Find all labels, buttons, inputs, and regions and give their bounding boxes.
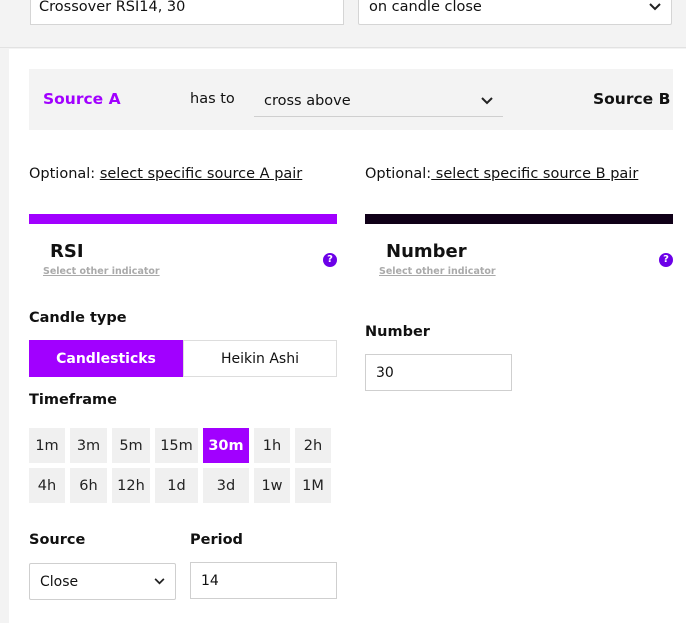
chevron-down-icon: [481, 96, 493, 104]
source-a-label: Source A: [43, 90, 121, 108]
timeframe-label: Timeframe: [29, 392, 117, 408]
timeframe-15m-button[interactable]: 15m: [155, 428, 198, 463]
number-value: 30: [376, 364, 394, 381]
timeframe-6h-button[interactable]: 6h: [70, 468, 107, 503]
period-value: 14: [201, 572, 219, 589]
number-input[interactable]: 30: [365, 354, 512, 391]
operator-select-value: cross above: [264, 92, 351, 109]
source-b-color-bar: [365, 214, 673, 224]
alert-name-input[interactable]: Crossover RSI14, 30: [30, 0, 344, 25]
timeframe-1d-button[interactable]: 1d: [155, 468, 198, 503]
optional-prefix: Optional:: [29, 166, 96, 182]
period-label: Period: [190, 532, 243, 548]
timeframe-30m-button[interactable]: 30m: [203, 428, 249, 463]
timeframe-1m-button[interactable]: 1m: [29, 428, 65, 463]
source-label: Source: [29, 532, 86, 548]
source-a-optional: Optional: select specific source A pair: [29, 166, 302, 182]
timeframe-5m-button[interactable]: 5m: [112, 428, 150, 463]
select-source-a-pair-link[interactable]: select specific source A pair: [100, 166, 302, 182]
source-a-select-other-link[interactable]: Select other indicator: [43, 266, 160, 277]
source-select[interactable]: Close: [29, 563, 176, 600]
source-b-optional: Optional: select specific source B pair: [365, 166, 638, 182]
timeframe-2h-button[interactable]: 2h: [295, 428, 331, 463]
timeframe-4h-button[interactable]: 4h: [29, 468, 65, 503]
source-b-label: Source B: [593, 90, 671, 108]
help-icon[interactable]: ?: [323, 253, 337, 267]
source-b-indicator-name: Number: [386, 241, 467, 262]
timeframe-1M-button[interactable]: 1M: [295, 468, 331, 503]
candle-type-candlesticks-button[interactable]: Candlesticks: [29, 340, 183, 377]
candle-type-heikin-ashi-button[interactable]: Heikin Ashi: [183, 340, 337, 377]
timeframe-3d-button[interactable]: 3d: [203, 468, 249, 503]
period-input[interactable]: 14: [190, 562, 337, 599]
condition-panel: [9, 49, 686, 623]
number-label: Number: [365, 324, 430, 340]
chevron-down-icon: [649, 2, 661, 10]
trigger-select[interactable]: on candle close: [358, 0, 672, 25]
candle-type-label: Candle type: [29, 310, 127, 326]
optional-prefix: Optional:: [365, 166, 432, 182]
source-a-color-bar: [29, 214, 337, 224]
help-icon[interactable]: ?: [659, 253, 673, 267]
alert-name-value: Crossover RSI14, 30: [39, 0, 186, 15]
timeframe-1w-button[interactable]: 1w: [254, 468, 290, 503]
chevron-down-icon: [154, 578, 165, 585]
source-b-select-other-link[interactable]: Select other indicator: [379, 266, 496, 277]
source-a-indicator-name: RSI: [50, 241, 84, 262]
source-select-value: Close: [40, 573, 79, 590]
timeframe-12h-button[interactable]: 12h: [112, 468, 150, 503]
operator-select[interactable]: cross above: [254, 85, 503, 117]
top-bar: Crossover RSI14, 30 on candle close: [0, 0, 686, 48]
has-to-label: has to: [190, 91, 235, 107]
timeframe-1h-button[interactable]: 1h: [254, 428, 290, 463]
select-source-b-pair-link[interactable]: select specific source B pair: [431, 166, 639, 182]
trigger-select-value: on candle close: [369, 0, 482, 15]
timeframe-3m-button[interactable]: 3m: [70, 428, 107, 463]
